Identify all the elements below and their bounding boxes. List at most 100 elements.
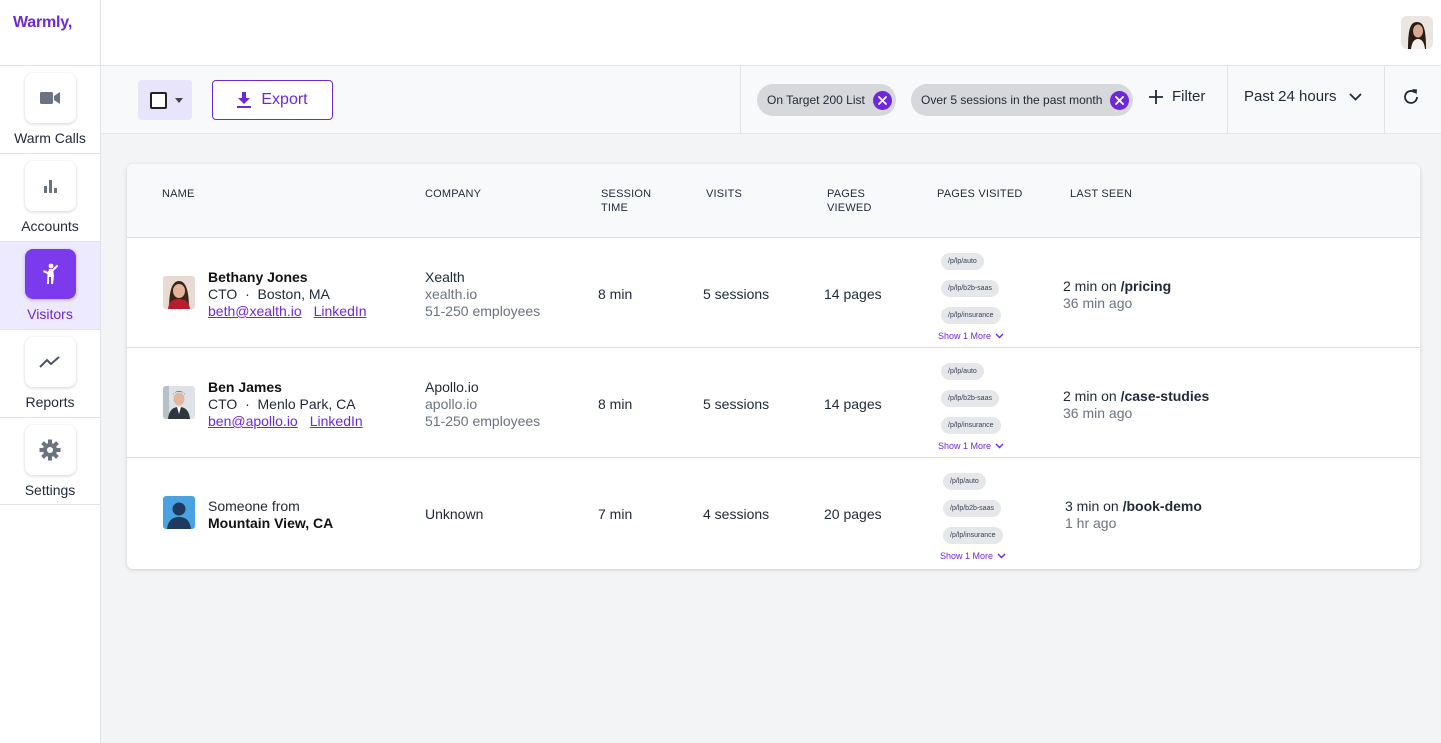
- company-info: Xealth xealth.io 51-250 employees: [425, 269, 540, 320]
- column-header-last-seen[interactable]: LAST SEEN: [1070, 187, 1132, 201]
- page-pill[interactable]: /p/lp/insurance: [941, 417, 1001, 434]
- chevron-down-icon: [997, 553, 1006, 559]
- last-seen: 3 min on /book-demo 1 hr ago: [1065, 498, 1202, 532]
- page-pill[interactable]: /p/lp/insurance: [941, 307, 1001, 324]
- chevron-down-icon: [995, 333, 1004, 339]
- pages-viewed: 14 pages: [824, 396, 882, 412]
- remove-filter-icon[interactable]: [1110, 90, 1130, 110]
- page-pill[interactable]: /p/lp/auto: [943, 473, 986, 490]
- remove-filter-icon[interactable]: [872, 90, 892, 110]
- visitor-name[interactable]: Ben James: [208, 379, 363, 396]
- filter-chip[interactable]: On Target 200 List: [757, 84, 896, 116]
- chevron-down-icon[interactable]: [175, 97, 183, 103]
- visitor-location[interactable]: Mountain View, CA: [208, 515, 333, 532]
- plus-icon: [1149, 89, 1163, 104]
- visitor-person-icon: [43, 263, 58, 284]
- visits-count: 5 sessions: [703, 286, 770, 302]
- company-info: Apollo.io apollo.io 51-250 employees: [425, 379, 540, 430]
- select-all-dropdown[interactable]: [138, 80, 192, 120]
- page-pill[interactable]: /p/lp/b2b-saas: [941, 390, 999, 407]
- visitor-name[interactable]: Bethany Jones: [208, 269, 367, 286]
- column-header-name[interactable]: NAME: [162, 187, 195, 201]
- sidebar-item-settings[interactable]: Settings: [0, 417, 100, 505]
- sidebar-item-accounts[interactable]: Accounts: [0, 153, 100, 241]
- page-pill[interactable]: /p/lp/b2b-saas: [943, 500, 1001, 517]
- sidebar-item-label: Visitors: [27, 306, 73, 322]
- sidebar-item-label: Settings: [24, 482, 76, 498]
- avatar: [163, 496, 195, 529]
- nav-tile: [24, 337, 76, 387]
- toolbar: Export On Target 200 List Over 5 session…: [101, 66, 1441, 134]
- gear-icon: [39, 439, 61, 461]
- sidebar-item-label: Reports: [25, 394, 75, 410]
- divider: [740, 66, 741, 134]
- column-header-session-time[interactable]: SESSION TIME: [601, 187, 661, 215]
- last-seen-duration: 3 min on: [1065, 498, 1123, 514]
- last-seen-ago: 1 hr ago: [1065, 515, 1117, 531]
- sidebar-item-reports[interactable]: Reports: [0, 329, 100, 417]
- email-link[interactable]: beth@xealth.io: [208, 303, 302, 319]
- show-more-label: Show 1 More: [938, 331, 992, 341]
- table-row[interactable]: Someone from Mountain View, CA Unknown 7…: [127, 458, 1420, 568]
- add-filter-button[interactable]: Filter: [1148, 88, 1205, 105]
- email-link[interactable]: ben@apollo.io: [208, 413, 298, 429]
- page-pill[interactable]: /p/lp/insurance: [943, 527, 1003, 544]
- visitor-info: Ben James CTO · Menlo Park, CA ben@apoll…: [208, 379, 363, 430]
- last-seen-detail: 2 min on /case-studies: [1063, 388, 1209, 405]
- visitor-links: ben@apollo.io LinkedIn: [208, 413, 363, 430]
- show-more-button[interactable]: Show 1 More: [940, 551, 1053, 561]
- sidebar-item-warm-calls[interactable]: Warm Calls: [0, 65, 100, 153]
- refresh-button[interactable]: [1402, 88, 1424, 110]
- user-avatar[interactable]: [1401, 16, 1433, 49]
- sidebar-item-label: Accounts: [21, 218, 79, 234]
- visitors-table: NAME COMPANY SESSION TIME VISITS PAGES V…: [127, 164, 1420, 569]
- show-more-button[interactable]: Show 1 More: [938, 331, 1051, 341]
- company-name: Xealth: [425, 269, 465, 285]
- visitor-name-prefix: Someone from: [208, 498, 300, 514]
- page-pill[interactable]: /p/lp/b2b-saas: [941, 280, 999, 297]
- session-time: 8 min: [598, 286, 633, 302]
- column-header-pages-visited[interactable]: PAGES VISITED: [937, 187, 1023, 201]
- table-header: NAME COMPANY SESSION TIME VISITS PAGES V…: [127, 164, 1420, 238]
- company-employees: 51-250 employees: [425, 413, 541, 429]
- download-icon: [237, 92, 252, 108]
- filter-label: Filter: [1172, 88, 1206, 105]
- show-more-button[interactable]: Show 1 More: [938, 441, 1051, 451]
- sidebar: Warmly, Warm Calls Accounts Visitors Rep…: [0, 0, 101, 743]
- time-range-dropdown[interactable]: Past 24 hours: [1244, 88, 1362, 105]
- filter-chip[interactable]: Over 5 sessions in the past month: [911, 84, 1134, 116]
- nav-tile: [24, 249, 76, 299]
- sidebar-item-visitors[interactable]: Visitors: [0, 241, 100, 329]
- export-label: Export: [261, 91, 308, 108]
- pages-visited-list: /p/lp/auto /p/lp/b2b-saas /p/lp/insuranc…: [938, 360, 1051, 451]
- export-button[interactable]: Export: [212, 80, 333, 120]
- sidebar-item-label: Warm Calls: [14, 130, 86, 146]
- session-time: 7 min: [598, 506, 633, 522]
- select-all-checkbox[interactable]: [150, 91, 167, 109]
- column-header-company[interactable]: COMPANY: [425, 187, 481, 201]
- page-pill[interactable]: /p/lp/auto: [941, 253, 984, 270]
- visitor-info: Bethany Jones CTO · Boston, MA beth@xeal…: [208, 269, 367, 320]
- show-more-label: Show 1 More: [938, 441, 992, 451]
- column-header-pages-viewed[interactable]: PAGES VIEWED: [827, 187, 877, 215]
- linkedin-link[interactable]: LinkedIn: [310, 413, 363, 429]
- column-header-visits[interactable]: VISITS: [706, 187, 742, 201]
- pages-viewed: 14 pages: [824, 286, 882, 302]
- pages-visited-list: /p/lp/auto /p/lp/b2b-saas /p/lp/insuranc…: [938, 250, 1051, 341]
- avatar: [163, 276, 195, 309]
- company-domain: xealth.io: [425, 286, 478, 302]
- last-seen-page: /pricing: [1120, 278, 1172, 294]
- linkedin-link[interactable]: LinkedIn: [314, 303, 367, 319]
- table-row[interactable]: Bethany Jones CTO · Boston, MA beth@xeal…: [127, 238, 1420, 348]
- app-logo[interactable]: Warmly,: [13, 14, 72, 32]
- last-seen-ago: 36 min ago: [1063, 405, 1133, 421]
- session-time: 8 min: [598, 396, 633, 412]
- visitor-title-location: CTO · Boston, MA: [208, 286, 330, 302]
- visits-count: 5 sessions: [703, 396, 770, 412]
- visitor-info: Someone from Mountain View, CA: [208, 498, 333, 532]
- visits-count: 4 sessions: [703, 506, 770, 522]
- company-domain: apollo.io: [425, 396, 478, 412]
- sidebar-nav: Warm Calls Accounts Visitors Reports Set…: [0, 65, 100, 505]
- table-row[interactable]: Ben James CTO · Menlo Park, CA ben@apoll…: [127, 348, 1420, 458]
- page-pill[interactable]: /p/lp/auto: [941, 363, 984, 380]
